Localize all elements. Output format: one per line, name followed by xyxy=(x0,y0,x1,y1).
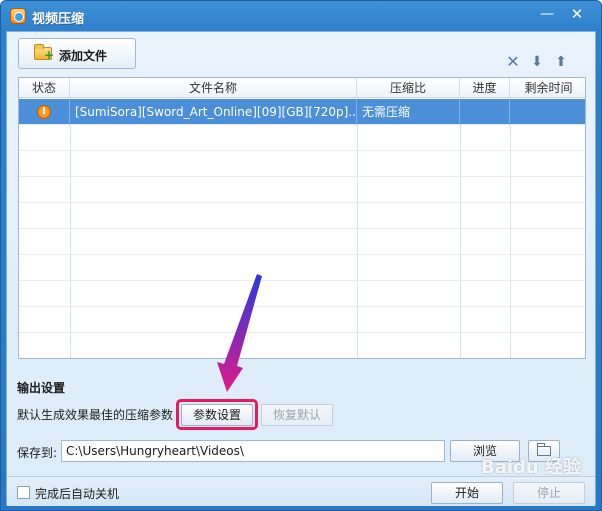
status-cell: ! xyxy=(19,99,70,125)
add-file-button[interactable]: 添加文件 xyxy=(18,38,136,69)
baidu-watermark: Baidu 经验 xyxy=(481,457,582,478)
app-window: 视频压缩 — ✕ 添加文件 ✕ ⬇ ⬆ 状态 文件名称 压缩比 进度 剩余时间 xyxy=(0,0,602,511)
auto-shutdown-label[interactable]: 完成后自动关机 xyxy=(35,485,119,502)
empty-row xyxy=(19,125,585,151)
progress-cell xyxy=(460,99,510,125)
warning-icon: ! xyxy=(37,105,51,119)
add-folder-icon xyxy=(34,44,54,61)
auto-shutdown-checkbox[interactable] xyxy=(17,486,30,499)
empty-row xyxy=(19,229,585,255)
ratio-cell: 无需压缩 xyxy=(357,99,460,125)
column-header-ratio[interactable]: 压缩比 xyxy=(357,78,460,98)
empty-row xyxy=(19,151,585,177)
empty-row xyxy=(19,203,585,229)
annotation-arrow xyxy=(217,274,262,392)
column-header-remaining[interactable]: 剩余时间 xyxy=(510,78,585,98)
move-up-icon[interactable]: ⬆ xyxy=(553,54,569,70)
client-area: 添加文件 ✕ ⬇ ⬆ 状态 文件名称 压缩比 进度 剩余时间 ! [SumiSo… xyxy=(6,31,596,506)
save-path-input[interactable]: C:\Users\Hungryheart\Videos\ xyxy=(61,440,445,462)
empty-row xyxy=(19,307,585,333)
empty-row xyxy=(19,177,585,203)
restore-default-button[interactable]: 恢复默认 xyxy=(261,404,333,426)
empty-row xyxy=(19,281,585,307)
remaining-cell xyxy=(510,99,585,125)
delete-icon[interactable]: ✕ xyxy=(505,54,521,70)
window-title: 视频压缩 xyxy=(32,12,85,27)
filename-cell: [SumiSora][Sword_Art_Online][09][GB][720… xyxy=(70,99,357,125)
stop-button[interactable]: 停止 xyxy=(513,482,585,504)
empty-row xyxy=(19,333,585,358)
table-row[interactable]: ! [SumiSora][Sword_Art_Online][09][GB][7… xyxy=(19,99,585,125)
table-header: 状态 文件名称 压缩比 进度 剩余时间 xyxy=(19,78,585,98)
column-header-filename[interactable]: 文件名称 xyxy=(70,78,357,98)
minimize-button[interactable]: — xyxy=(534,5,560,25)
file-table: 状态 文件名称 压缩比 进度 剩余时间 ! [SumiSora][Sword_A… xyxy=(18,77,586,359)
close-button[interactable]: ✕ xyxy=(564,5,590,25)
title-bar[interactable]: 视频压缩 — ✕ xyxy=(1,1,601,31)
start-button[interactable]: 开始 xyxy=(431,482,503,504)
output-settings-title: 输出设置 xyxy=(17,381,66,395)
app-icon xyxy=(10,8,26,24)
empty-row xyxy=(19,255,585,281)
bottom-bar: 完成后自动关机 开始 停止 xyxy=(7,476,595,506)
column-header-progress[interactable]: 进度 xyxy=(460,78,510,98)
move-down-icon[interactable]: ⬇ xyxy=(529,54,545,70)
compression-hint: 默认生成效果最佳的压缩参数 xyxy=(17,408,174,422)
save-to-label: 保存到: xyxy=(17,446,58,460)
add-file-label: 添加文件 xyxy=(59,49,108,63)
highlight-box xyxy=(176,399,258,430)
column-header-status[interactable]: 状态 xyxy=(19,78,70,98)
